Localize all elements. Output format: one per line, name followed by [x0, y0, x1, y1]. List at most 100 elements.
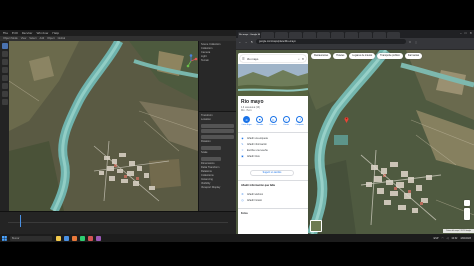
header-object[interactable]: Object	[47, 37, 55, 40]
reload-icon[interactable]: ↻	[250, 40, 254, 44]
pencil-icon: ✎	[241, 142, 244, 146]
navigation-gizmo[interactable]	[184, 54, 198, 68]
scale-tool-icon[interactable]	[1, 75, 8, 81]
place-info-list: ◉ Añadir una etiqueta ✎ Añadir informaci…	[241, 135, 305, 159]
bookmark-star-icon[interactable]: ☆	[408, 40, 412, 44]
suggest-edit-button[interactable]: Sugerir un cambio	[250, 170, 294, 176]
transform-tool-icon[interactable]	[1, 83, 8, 89]
map-pin-icon[interactable]	[344, 116, 349, 123]
annotate-tool-icon[interactable]	[1, 91, 8, 97]
location-pin-icon: ◉	[241, 136, 244, 140]
save-button[interactable]: ⚑ Guardar	[254, 116, 265, 130]
props-label: Location	[201, 118, 211, 121]
location-z-field[interactable]	[201, 134, 234, 139]
info-text: Añadir fotos	[247, 154, 260, 158]
taskbar-app-icon[interactable]	[56, 235, 61, 241]
taskbar-app-icon[interactable]	[72, 235, 77, 241]
timeline-ruler	[8, 217, 228, 223]
cursor-tool-icon[interactable]	[1, 51, 8, 57]
menu-icon[interactable]: ☰	[242, 57, 245, 61]
minimize-icon[interactable]: –	[460, 31, 462, 35]
taskbar-app-icon[interactable]	[80, 235, 85, 241]
nearby-button[interactable]: ◎ Cercano	[268, 116, 279, 130]
props-label[interactable]: Viewport Display	[201, 186, 234, 190]
category-chips: Restaurantes Hoteles Lugares de interés …	[311, 53, 423, 59]
menu-file[interactable]: File	[3, 31, 8, 35]
chip-pharmacies[interactable]: Farmacias	[404, 53, 423, 59]
tab-strip: Rio mayo - Google Maps – □ ✕	[236, 30, 474, 38]
action-label: Guardar	[256, 124, 264, 126]
map-canvas[interactable]: Restaurantes Hoteles Lugares de interés …	[236, 50, 474, 234]
chip-transit[interactable]: Transporte público	[377, 53, 403, 59]
directions-button[interactable]: ➜ Cómo llegar	[241, 116, 252, 130]
taskbar-search[interactable]: Buscar	[10, 235, 52, 241]
taskbar-app-icon[interactable]	[88, 235, 93, 241]
url-field[interactable]: google.com/maps/place/Rio+mayo	[256, 39, 406, 44]
menu-help[interactable]: Help	[52, 31, 59, 35]
header-select[interactable]: Select	[29, 37, 36, 40]
maximize-icon[interactable]: □	[465, 31, 467, 35]
clock-icon: ◷	[241, 198, 244, 202]
location-y-field[interactable]	[201, 129, 234, 133]
taskbar-app-icon[interactable]	[64, 235, 69, 241]
layers-toggle[interactable]	[310, 220, 322, 232]
back-icon[interactable]: ←	[238, 40, 242, 44]
info-text: Escribe una reseña	[247, 148, 268, 152]
wifi-icon[interactable]: ◠	[441, 237, 443, 240]
language-indicator[interactable]: ESP	[434, 237, 439, 240]
place-photo[interactable]	[238, 64, 308, 96]
location-x-field[interactable]	[201, 123, 234, 128]
missing-info-heading: Añadir información que falta	[241, 184, 275, 187]
divider	[238, 180, 308, 181]
bookmark-icon: ⚑	[256, 116, 264, 123]
select-tool-icon[interactable]	[1, 43, 8, 49]
place-title: Río mayo	[241, 99, 264, 105]
rotate-tool-icon[interactable]	[1, 67, 8, 73]
clock-date[interactable]: 4/02/2023	[460, 237, 471, 240]
measure-tool-icon[interactable]	[1, 99, 8, 105]
search-icon[interactable]: ⌕	[298, 57, 300, 61]
chip-things-to-do[interactable]: Lugares de interés	[349, 53, 376, 59]
header-add[interactable]: Add	[40, 37, 45, 40]
rotation-field[interactable]	[201, 145, 221, 150]
zoom-controls[interactable]	[464, 208, 470, 220]
search-input[interactable]: Rio mayo	[247, 57, 297, 61]
scale-field[interactable]	[201, 156, 221, 161]
move-tool-icon[interactable]	[1, 59, 8, 65]
menu-render[interactable]: Render	[22, 31, 33, 35]
menu-window[interactable]: Window	[37, 31, 49, 35]
mode-selector[interactable]: Object Mode	[3, 37, 18, 40]
send-to-phone-button[interactable]: ▯ Enviar	[281, 116, 292, 130]
nearby-icon: ◎	[269, 116, 277, 123]
info-row-hours[interactable]: ◷ Añadir horario	[241, 197, 305, 203]
taskbar-app-icon[interactable]	[96, 235, 101, 241]
3d-viewport[interactable]	[9, 41, 198, 211]
blender-window: File Edit Render Window Help Object Mode…	[0, 30, 236, 234]
extensions-icon[interactable]: ⋮	[414, 40, 418, 44]
search-box[interactable]: ☰ Rio mayo ⌕ ✕	[240, 55, 306, 62]
chip-restaurants[interactable]: Restaurantes	[311, 53, 332, 59]
close-icon[interactable]: ✕	[469, 31, 472, 35]
info-text: Añadir horario	[247, 198, 263, 202]
my-location-icon[interactable]	[464, 200, 470, 206]
place-type: Río · Perú	[241, 110, 252, 112]
header-view[interactable]: View	[21, 37, 27, 40]
transform-orientation[interactable]: Global	[58, 37, 66, 40]
timeline-playhead[interactable]	[20, 215, 21, 227]
volume-icon[interactable]: ◁	[447, 237, 449, 240]
place-rating[interactable]: 4.6 ★★★★★ (16)	[241, 106, 260, 109]
props-label: Rotation	[201, 140, 211, 143]
forward-icon[interactable]: →	[244, 40, 248, 44]
photos-heading: Fotos	[241, 212, 248, 215]
timeline-panel[interactable]	[0, 211, 236, 234]
divider	[238, 132, 308, 133]
outliner-row[interactable]: Terrain	[201, 59, 234, 63]
close-search-icon[interactable]: ✕	[302, 57, 304, 61]
chip-hotels[interactable]: Hoteles	[333, 53, 348, 59]
info-row-photos[interactable]: ▣ Añadir fotos	[241, 153, 305, 159]
menu-edit[interactable]: Edit	[12, 31, 18, 35]
start-button[interactable]	[0, 234, 8, 242]
windows-logo-icon	[1, 235, 7, 241]
clock-time[interactable]: 10:32	[451, 237, 457, 240]
share-button[interactable]: ⤴ Compartir	[294, 116, 305, 130]
